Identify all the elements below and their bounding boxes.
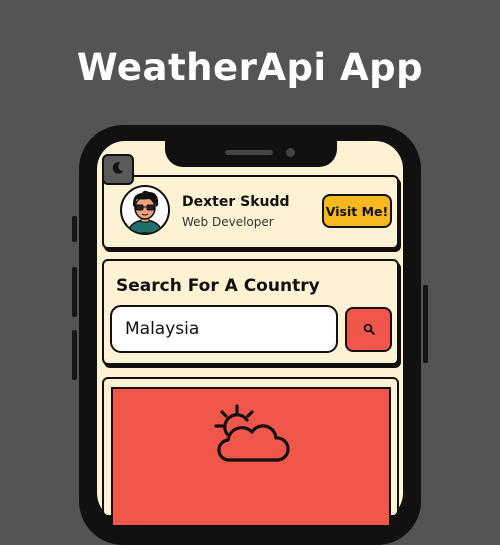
avatar [120, 185, 170, 235]
search-card: Search For A Country [102, 259, 399, 365]
user-role: Web Developer [182, 215, 274, 229]
partly-cloudy-icon [212, 404, 292, 470]
page-title: WeatherApi App [76, 46, 424, 89]
user-name: Dexter Skudd [182, 194, 290, 210]
search-icon [363, 320, 375, 339]
search-title: Search For A Country [116, 276, 320, 296]
profile-card: Dexter Skudd Web Developer Visit Me! [102, 175, 399, 249]
phone-side-button [72, 267, 77, 317]
weather-card [102, 377, 399, 527]
country-search-input[interactable] [110, 305, 338, 353]
phone-side-button [72, 216, 77, 242]
visit-me-button[interactable]: Visit Me! [322, 194, 392, 228]
phone-speaker [225, 150, 273, 155]
phone-camera [286, 148, 295, 157]
theme-toggle-button[interactable] [102, 154, 134, 185]
weather-panel [111, 387, 391, 527]
phone-side-button [423, 285, 428, 363]
search-button[interactable] [345, 307, 392, 352]
moon-icon [111, 160, 125, 179]
phone-side-button [72, 330, 77, 380]
